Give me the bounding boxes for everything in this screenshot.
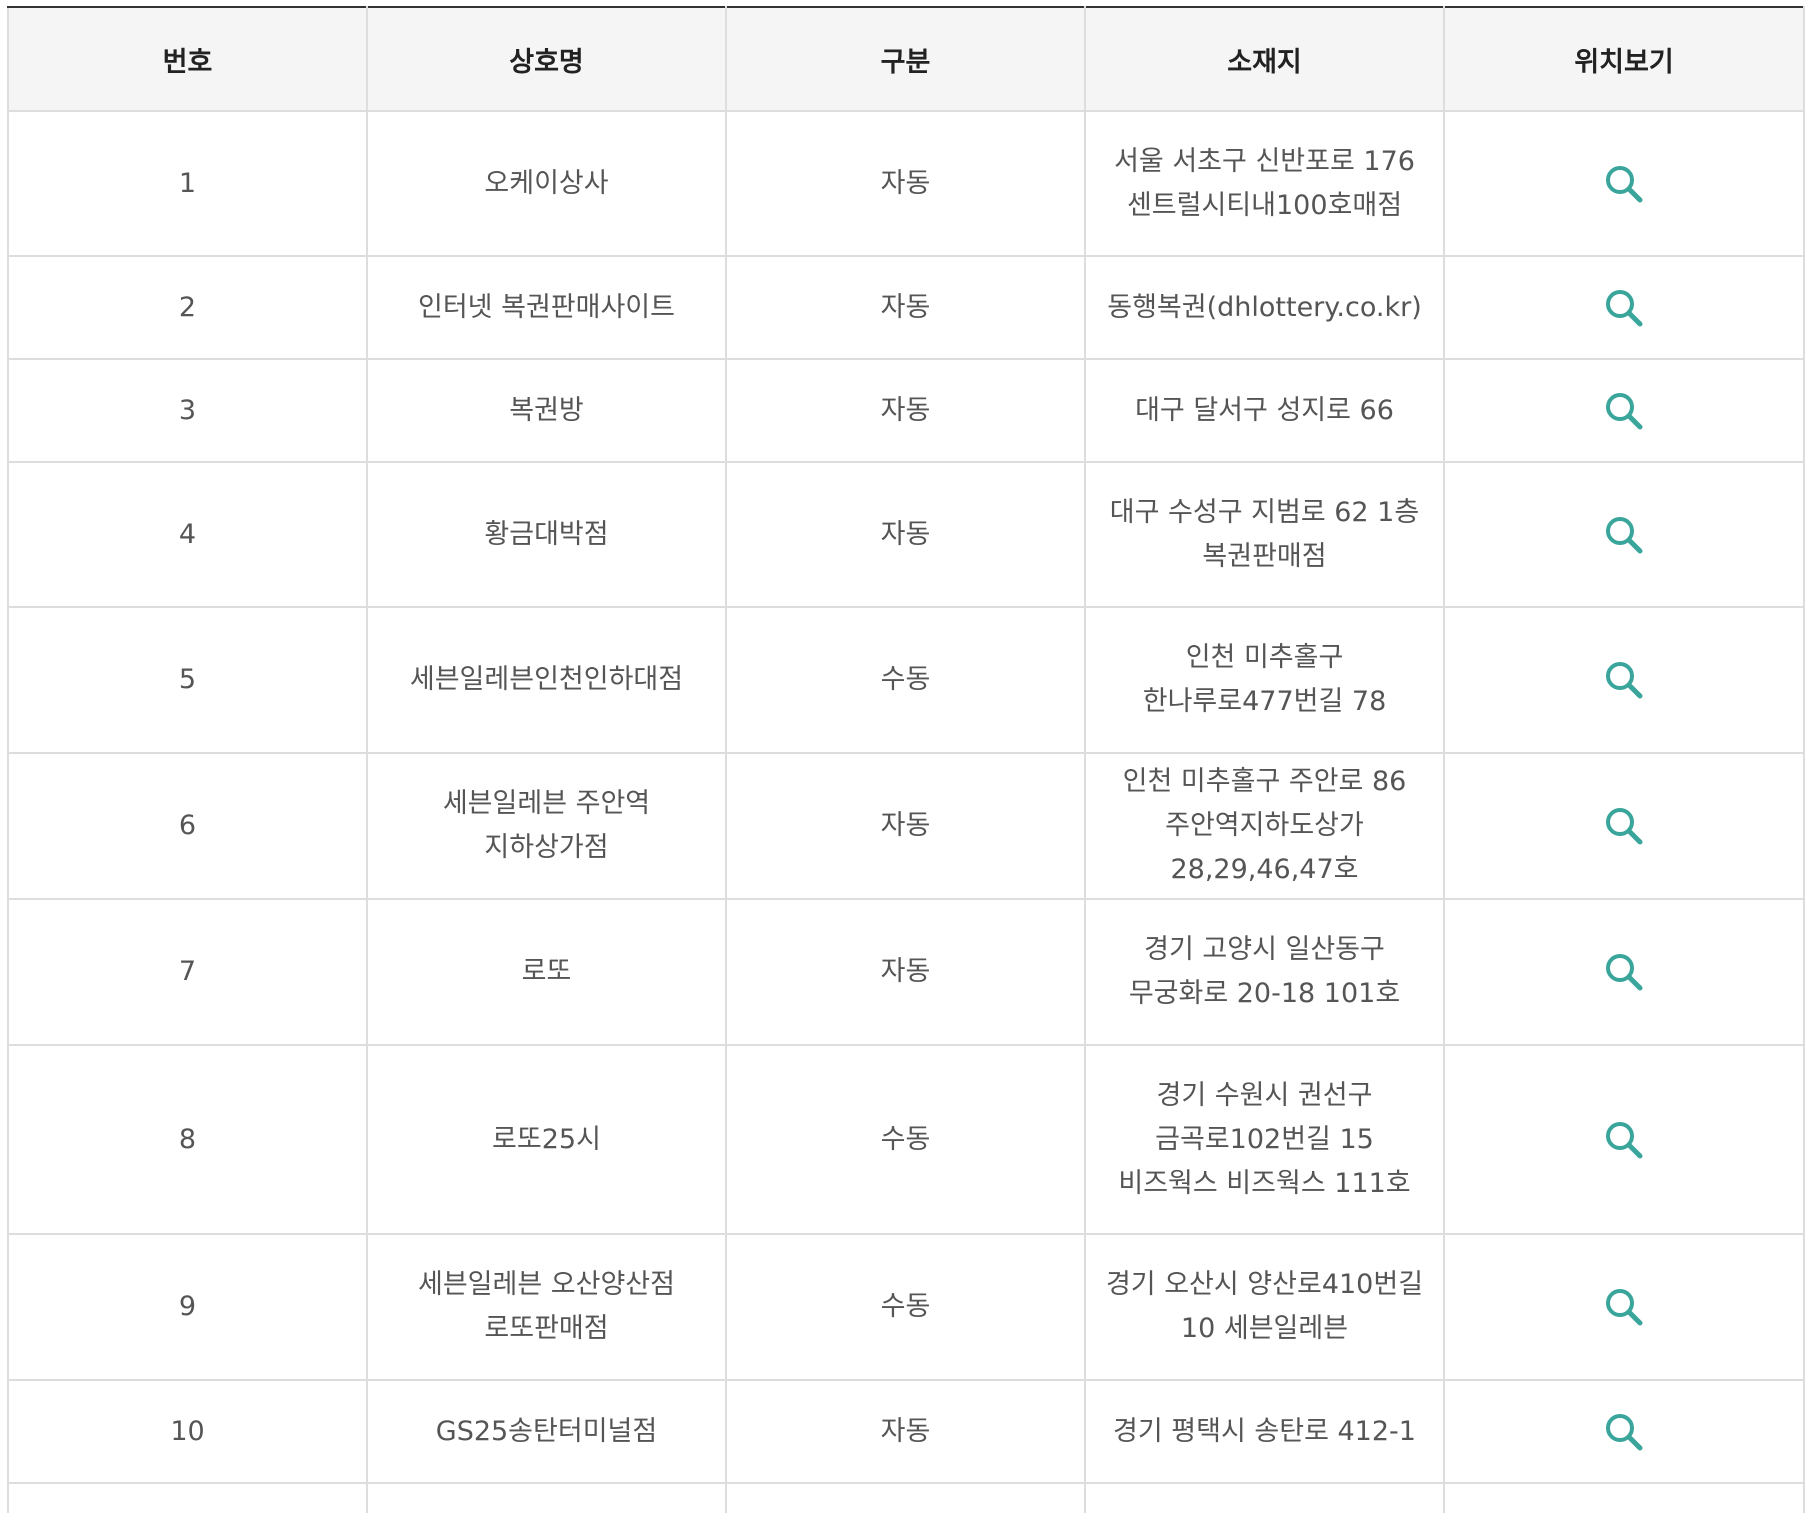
table-row: 8 로또25시 수동 경기 수원시 권선구 금곡로102번길 15 비즈웍스 비…	[7, 1044, 1805, 1235]
header-view-location: 위치보기	[1443, 6, 1805, 112]
cell-store-name: 복권방	[366, 358, 727, 463]
cell-address: 경기 고양시 일산동구 무궁화로 20-18 101호	[1084, 898, 1445, 1046]
cell-store-name: 오케이상사	[366, 110, 727, 257]
cell-address: 대구 달서구 성지로 66	[1084, 358, 1445, 463]
table-row: 5 세븐일레븐인천인하대점 수동 인천 미추홀구 한나루로477번길 78	[7, 606, 1805, 754]
table-header-row: 번호 상호명 구분 소재지 위치보기	[7, 6, 1805, 112]
table-row: 9 세븐일레븐 오산양산점 로또판매점 수동 경기 오산시 양산로410번길 1…	[7, 1233, 1805, 1381]
cell-type: 자동	[725, 898, 1086, 1046]
table-row-partial	[7, 1482, 1805, 1513]
cell-type: 수동	[725, 1233, 1086, 1381]
cell-number: 9	[7, 1233, 368, 1381]
cell-empty	[1084, 1482, 1445, 1513]
cell-type: 자동	[725, 110, 1086, 257]
cell-empty	[1443, 1482, 1805, 1513]
cell-number: 10	[7, 1379, 368, 1484]
cell-view-location	[1443, 358, 1805, 463]
cell-address: 경기 평택시 송탄로 412-1	[1084, 1379, 1445, 1484]
cell-empty	[725, 1482, 1086, 1513]
cell-address: 대구 수성구 지범로 62 1층 복권판매점	[1084, 461, 1445, 608]
header-type: 구분	[725, 6, 1086, 112]
winning-stores-table: 번호 상호명 구분 소재지 위치보기 1 오케이상사 자동 서울 서초구 신반포…	[7, 6, 1805, 1513]
cell-empty	[366, 1482, 727, 1513]
cell-store-name: GS25송탄터미널점	[366, 1379, 727, 1484]
cell-number: 6	[7, 752, 368, 900]
cell-view-location	[1443, 1379, 1805, 1484]
cell-view-location	[1443, 1233, 1805, 1381]
table-row: 3 복권방 자동 대구 달서구 성지로 66	[7, 358, 1805, 463]
table-row: 1 오케이상사 자동 서울 서초구 신반포로 176 센트럴시티내100호매점	[7, 110, 1805, 257]
search-icon[interactable]	[1602, 658, 1646, 702]
table-row: 6 세븐일레븐 주안역 지하상가점 자동 인천 미추홀구 주안로 86 주안역지…	[7, 752, 1805, 900]
cell-number: 5	[7, 606, 368, 754]
cell-number: 7	[7, 898, 368, 1046]
cell-view-location	[1443, 606, 1805, 754]
cell-empty	[7, 1482, 368, 1513]
cell-address: 경기 수원시 권선구 금곡로102번길 15 비즈웍스 비즈웍스 111호	[1084, 1044, 1445, 1235]
cell-type: 자동	[725, 255, 1086, 360]
cell-view-location	[1443, 752, 1805, 900]
table-row: 2 인터넷 복권판매사이트 자동 동행복권(dhlottery.co.kr)	[7, 255, 1805, 360]
cell-view-location	[1443, 898, 1805, 1046]
cell-address: 인천 미추홀구 주안로 86 주안역지하도상가 28,29,46,47호	[1084, 752, 1445, 900]
cell-type: 자동	[725, 461, 1086, 608]
cell-store-name: 로또	[366, 898, 727, 1046]
cell-number: 2	[7, 255, 368, 360]
cell-store-name: 세븐일레븐 주안역 지하상가점	[366, 752, 727, 900]
header-address: 소재지	[1084, 6, 1445, 112]
cell-address: 경기 오산시 양산로410번길 10 세븐일레븐	[1084, 1233, 1445, 1381]
cell-view-location	[1443, 255, 1805, 360]
cell-address: 서울 서초구 신반포로 176 센트럴시티내100호매점	[1084, 110, 1445, 257]
search-icon[interactable]	[1602, 513, 1646, 557]
cell-store-name: 세븐일레븐인천인하대점	[366, 606, 727, 754]
cell-store-name: 세븐일레븐 오산양산점 로또판매점	[366, 1233, 727, 1381]
header-number: 번호	[7, 6, 368, 112]
cell-view-location	[1443, 1044, 1805, 1235]
cell-type: 수동	[725, 606, 1086, 754]
cell-type: 자동	[725, 752, 1086, 900]
cell-store-name: 로또25시	[366, 1044, 727, 1235]
table-row: 4 황금대박점 자동 대구 수성구 지범로 62 1층 복권판매점	[7, 461, 1805, 608]
search-icon[interactable]	[1602, 286, 1646, 330]
cell-address: 동행복권(dhlottery.co.kr)	[1084, 255, 1445, 360]
cell-number: 8	[7, 1044, 368, 1235]
table-row: 7 로또 자동 경기 고양시 일산동구 무궁화로 20-18 101호	[7, 898, 1805, 1046]
cell-view-location	[1443, 461, 1805, 608]
search-icon[interactable]	[1602, 1118, 1646, 1162]
search-icon[interactable]	[1602, 1410, 1646, 1454]
cell-type: 자동	[725, 1379, 1086, 1484]
cell-store-name: 황금대박점	[366, 461, 727, 608]
cell-type: 수동	[725, 1044, 1086, 1235]
search-icon[interactable]	[1602, 389, 1646, 433]
header-store-name: 상호명	[366, 6, 727, 112]
search-icon[interactable]	[1602, 162, 1646, 206]
cell-type: 자동	[725, 358, 1086, 463]
cell-store-name: 인터넷 복권판매사이트	[366, 255, 727, 360]
search-icon[interactable]	[1602, 950, 1646, 994]
cell-number: 1	[7, 110, 368, 257]
cell-number: 3	[7, 358, 368, 463]
search-icon[interactable]	[1602, 1285, 1646, 1329]
cell-number: 4	[7, 461, 368, 608]
winning-stores-table-container: 번호 상호명 구분 소재지 위치보기 1 오케이상사 자동 서울 서초구 신반포…	[7, 6, 1805, 1513]
search-icon[interactable]	[1602, 804, 1646, 848]
cell-address: 인천 미추홀구 한나루로477번길 78	[1084, 606, 1445, 754]
table-row: 10 GS25송탄터미널점 자동 경기 평택시 송탄로 412-1	[7, 1379, 1805, 1484]
cell-view-location	[1443, 110, 1805, 257]
